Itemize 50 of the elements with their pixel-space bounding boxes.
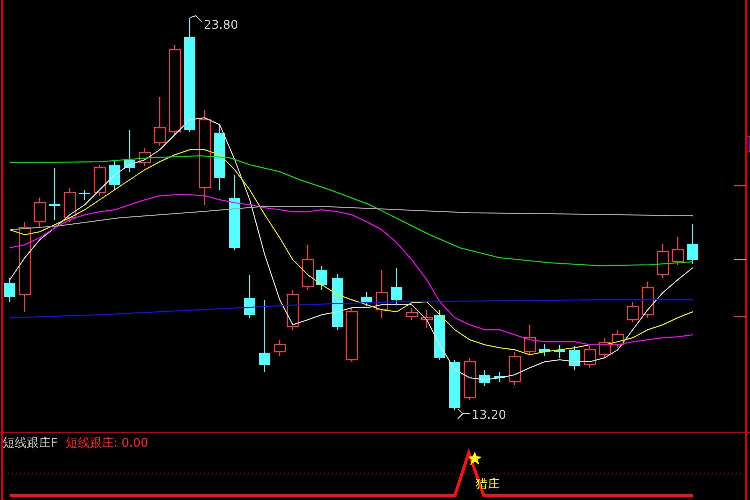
high-price-label: 23.80 xyxy=(204,18,238,32)
candlestick xyxy=(421,310,433,328)
candlestick xyxy=(287,290,299,330)
leader-line xyxy=(458,408,470,420)
candlestick xyxy=(332,274,344,330)
candlestick xyxy=(509,352,521,386)
candlestick xyxy=(524,324,536,356)
candlestick xyxy=(450,360,460,410)
axis-tick xyxy=(734,316,746,318)
candlestick xyxy=(50,168,60,220)
candlestick xyxy=(657,244,669,278)
candlestick xyxy=(584,346,596,368)
candlestick xyxy=(494,372,506,382)
candlestick xyxy=(627,302,639,322)
axis-marker xyxy=(746,136,750,152)
candlestick xyxy=(110,160,120,190)
candlestick xyxy=(214,124,226,190)
candlestick xyxy=(688,224,698,264)
candlestick xyxy=(554,344,566,358)
candlestick xyxy=(362,292,372,306)
candlestick xyxy=(376,270,388,318)
candlestick xyxy=(346,308,358,362)
candlestick xyxy=(392,268,402,306)
candlestick xyxy=(302,244,314,290)
candlestick xyxy=(124,130,136,172)
indicator-value: 短线跟庄: 0.00 xyxy=(66,436,148,450)
leader-line xyxy=(190,15,202,22)
candlestick xyxy=(64,188,76,222)
candlestick xyxy=(34,198,46,228)
candlestick xyxy=(94,164,106,196)
candlestick xyxy=(406,308,418,320)
candlestick xyxy=(672,236,684,266)
candlestick xyxy=(274,340,286,356)
candlestick xyxy=(316,266,328,290)
candlestick xyxy=(612,330,624,348)
candlestick xyxy=(80,190,90,200)
candlestick xyxy=(642,282,654,318)
star-icon xyxy=(468,452,482,465)
indicator-name: 短线跟庄F xyxy=(3,436,58,450)
candlestick xyxy=(599,338,611,358)
candlestick xyxy=(4,278,16,302)
candlestick xyxy=(434,310,446,360)
candlestick xyxy=(464,358,476,400)
candlestick xyxy=(139,148,151,166)
candlestick xyxy=(480,370,490,386)
candlestick xyxy=(540,344,550,356)
candlestick xyxy=(244,274,256,318)
candlestick xyxy=(570,346,580,370)
low-price-label: 13.20 xyxy=(472,408,506,422)
candlestick xyxy=(154,96,166,146)
